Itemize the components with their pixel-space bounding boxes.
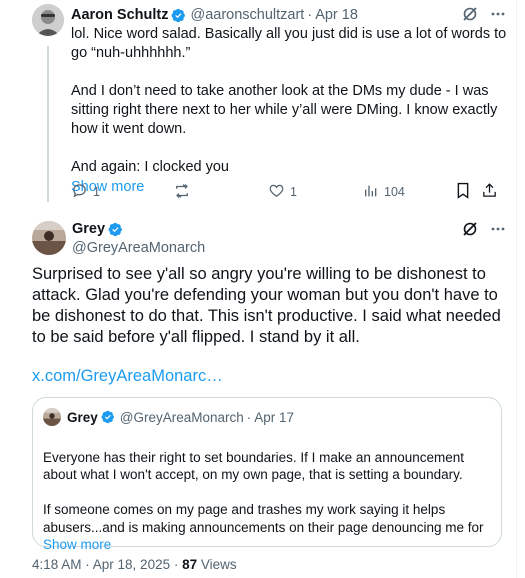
main-author-name[interactable]: Grey bbox=[72, 221, 105, 237]
verified-badge-icon bbox=[171, 8, 186, 23]
quote-author-name: Grey bbox=[67, 409, 98, 425]
comment-icon bbox=[71, 182, 93, 202]
tweet-view-count: 87 bbox=[182, 557, 198, 572]
reply-top-icons bbox=[462, 6, 506, 22]
analytics-icon bbox=[363, 183, 384, 202]
main-author-handle[interactable]: @GreyAreaMonarch bbox=[72, 240, 205, 256]
grok-icon[interactable] bbox=[462, 6, 478, 22]
quote-avatar bbox=[43, 408, 61, 426]
reply-action-bar: 1 1 104 bbox=[71, 182, 511, 202]
share-button[interactable] bbox=[481, 182, 503, 202]
reply-tweet[interactable]: Aaron Schultz @aaronschultzart · Apr 18 … bbox=[0, 0, 516, 212]
reply-comment-button[interactable]: 1 bbox=[71, 182, 173, 202]
tweet-timestamp[interactable]: 4:18 AM · Apr 18, 2025 · bbox=[32, 557, 182, 572]
reply-avatar[interactable] bbox=[32, 4, 64, 36]
views-button[interactable]: 104 bbox=[363, 183, 455, 202]
quote-date: Apr 17 bbox=[254, 409, 295, 425]
reply-author-name[interactable]: Aaron Schultz bbox=[71, 7, 168, 23]
main-tweet: Grey @GreyAreaMonarch Surprised to see y… bbox=[0, 212, 516, 578]
main-top-icons bbox=[462, 221, 506, 237]
main-tweet-text: Surprised to see y'all so angry you're w… bbox=[32, 265, 501, 346]
quote-text-block: Everyone has their right to set boundari… bbox=[43, 431, 493, 571]
verified-badge-icon bbox=[108, 222, 123, 237]
views-label: Views bbox=[197, 557, 237, 572]
main-author-block: Grey @GreyAreaMonarch bbox=[72, 220, 205, 256]
reply-content: Aaron Schultz @aaronschultzart · Apr 18 … bbox=[71, 6, 511, 196]
like-button[interactable]: 1 bbox=[268, 182, 363, 202]
share-icon bbox=[481, 182, 503, 202]
separator-dot: · bbox=[307, 7, 313, 23]
reply-header: Aaron Schultz @aaronschultzart · Apr 18 bbox=[71, 6, 511, 24]
right-divider bbox=[516, 0, 517, 578]
reply-count: 1 bbox=[93, 185, 100, 199]
quoted-tweet[interactable]: Grey @GreyAreaMonarch · Apr 17 Everyone … bbox=[32, 397, 502, 552]
repost-icon bbox=[173, 182, 196, 203]
main-avatar[interactable] bbox=[32, 221, 66, 255]
bookmark-icon bbox=[455, 182, 476, 202]
heart-icon bbox=[268, 182, 290, 202]
reply-text: lol. Nice word salad. Basically all you … bbox=[71, 26, 507, 175]
repost-button[interactable] bbox=[173, 182, 268, 203]
more-options-icon[interactable] bbox=[490, 221, 506, 237]
verified-badge-icon bbox=[101, 410, 116, 425]
quote-author-handle: @GreyAreaMonarch bbox=[119, 409, 244, 425]
main-tweet-link[interactable]: x.com/GreyAreaMonarc… bbox=[32, 367, 223, 386]
grok-icon[interactable] bbox=[462, 221, 478, 237]
reply-author-handle[interactable]: @aaronschultzart bbox=[190, 7, 304, 23]
quote-header: Grey @GreyAreaMonarch · Apr 17 bbox=[43, 408, 294, 426]
separator-dot: · bbox=[246, 409, 252, 425]
reply-date[interactable]: Apr 18 bbox=[315, 7, 358, 23]
bookmark-button[interactable] bbox=[455, 182, 481, 202]
quote-show-more-link[interactable]: Show more bbox=[43, 536, 493, 554]
view-count: 104 bbox=[384, 185, 405, 199]
more-options-icon[interactable] bbox=[490, 6, 506, 22]
like-count: 1 bbox=[290, 185, 297, 199]
tweet-meta: 4:18 AM · Apr 18, 2025 · 87 Views bbox=[32, 557, 237, 572]
quote-text: Everyone has their right to set boundari… bbox=[43, 449, 484, 535]
